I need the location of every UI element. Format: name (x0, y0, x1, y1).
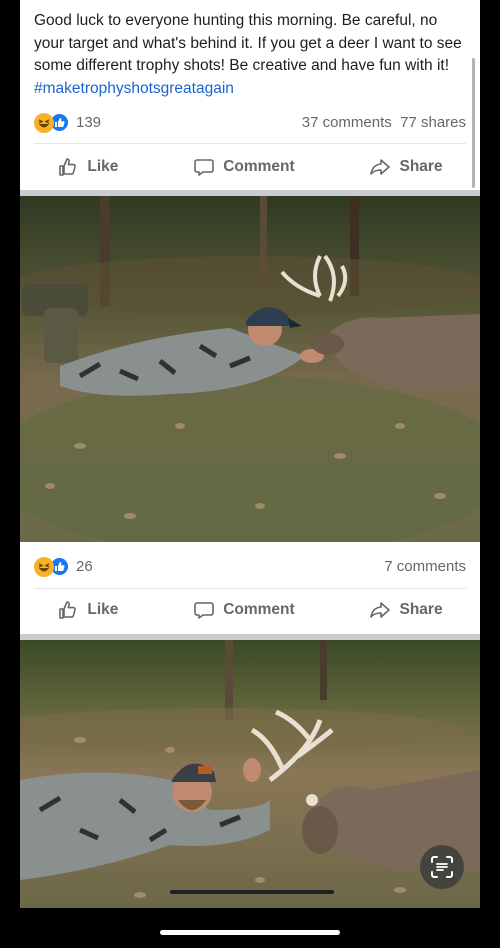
comment-label: Comment (223, 158, 295, 175)
share-icon (370, 602, 391, 618)
like-label: Like (87, 601, 119, 618)
like-button[interactable]: Like (57, 595, 118, 625)
comment-icon (194, 159, 215, 176)
post-body: Good luck to everyone hunting this morni… (34, 12, 462, 74)
share-label: Share (399, 601, 443, 618)
post-stats: 139 37 comments 77 shares (34, 112, 466, 134)
action-bar: Like Comment Share (20, 595, 480, 625)
share-button[interactable]: Share (369, 152, 443, 182)
trophy-photo-1 (20, 196, 480, 542)
scan-text-icon (431, 856, 453, 878)
divider (34, 143, 466, 144)
post-card-2: 26 7 comments Like Comment Share (20, 542, 480, 634)
post-photo-1[interactable] (20, 196, 480, 542)
embedded-home-indicator (170, 890, 334, 894)
share-label: Share (399, 158, 443, 175)
thumbs-up-icon (59, 601, 77, 619)
haha-reaction-icon (34, 556, 54, 577)
divider (34, 588, 466, 589)
reaction-count: 26 (76, 558, 93, 575)
like-button[interactable]: Like (57, 152, 118, 182)
comment-button[interactable]: Comment (193, 152, 295, 182)
reactions-summary[interactable]: 139 (34, 112, 101, 133)
post-card-1: Good luck to everyone hunting this morni… (20, 0, 480, 190)
comment-count-link[interactable]: 37 comments (302, 114, 392, 131)
post-photo-2[interactable] (20, 640, 480, 908)
post-stats: 26 7 comments (34, 556, 466, 578)
live-text-scan-button[interactable] (420, 845, 464, 889)
share-count-link[interactable]: 77 shares (400, 114, 466, 131)
comment-count-link[interactable]: 7 comments (384, 558, 466, 575)
share-icon (370, 159, 391, 175)
scrollbar[interactable] (472, 58, 475, 188)
reactions-summary[interactable]: 26 (34, 556, 93, 577)
comment-button[interactable]: Comment (193, 595, 295, 625)
post-text: Good luck to everyone hunting this morni… (34, 10, 470, 100)
home-indicator[interactable] (160, 930, 340, 935)
share-button[interactable]: Share (369, 595, 443, 625)
reaction-count: 139 (76, 114, 102, 131)
trophy-photo-2 (20, 640, 480, 908)
hashtag-link[interactable]: #maketrophyshotsgreatagain (34, 80, 234, 97)
like-label: Like (87, 158, 119, 175)
thumbs-up-icon (59, 158, 77, 176)
comment-icon (194, 602, 215, 619)
haha-reaction-icon (34, 112, 54, 133)
comments-shares: 37 comments 77 shares (302, 114, 466, 131)
comment-label: Comment (223, 601, 295, 618)
action-bar: Like Comment Share (20, 152, 480, 182)
